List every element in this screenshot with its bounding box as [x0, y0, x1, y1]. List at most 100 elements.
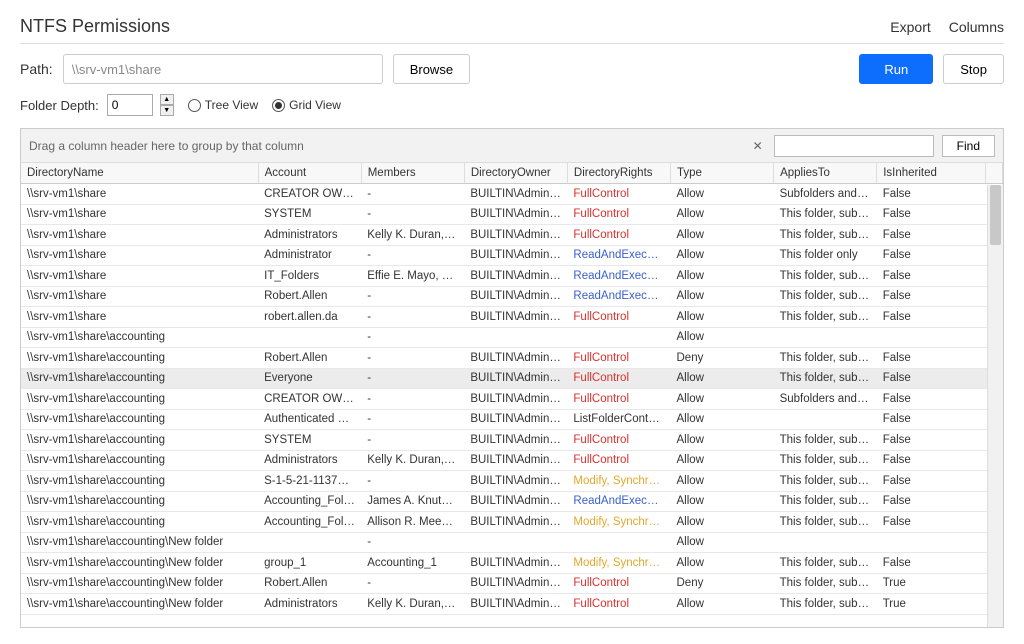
run-button[interactable]: Run	[859, 54, 933, 84]
depth-input[interactable]	[107, 94, 153, 116]
columns-link[interactable]: Columns	[949, 19, 1004, 35]
table-row[interactable]: \\srv-vm1\share\accountingAdministrators…	[21, 450, 1003, 471]
table-row[interactable]: \\srv-vm1\shareIT_FoldersEffie E. Mayo, …	[21, 266, 1003, 287]
table-row[interactable]: \\srv-vm1\share\accounting\New foldergro…	[21, 553, 1003, 574]
cell: Accounting_Folde...	[258, 512, 361, 533]
grid-view-label: Grid View	[289, 98, 341, 112]
cell: BUILTIN\Administr...	[464, 430, 567, 451]
cell: This folder, subfol...	[774, 286, 877, 307]
vertical-scrollbar[interactable]	[987, 185, 1003, 627]
col-members[interactable]: Members	[361, 163, 464, 184]
cell: This folder, subfol...	[774, 553, 877, 574]
cell: Allison R. Meehan	[361, 512, 464, 533]
scrollbar-thumb[interactable]	[990, 185, 1001, 245]
cell: Allow	[671, 266, 774, 287]
cell: BUILTIN\Administr...	[464, 491, 567, 512]
table-row[interactable]: \\srv-vm1\share\accounting\New folderAdm…	[21, 594, 1003, 615]
cell: ReadAndExecute,...	[567, 245, 670, 266]
col-appliesto[interactable]: AppliesTo	[774, 163, 877, 184]
cell: Allow	[671, 471, 774, 492]
cell: False	[877, 348, 986, 369]
col-type[interactable]: Type	[671, 163, 774, 184]
cell: ReadAndExecute,...	[567, 286, 670, 307]
stop-button[interactable]: Stop	[943, 54, 1004, 84]
cell: BUILTIN\Administr...	[464, 348, 567, 369]
browse-button[interactable]: Browse	[393, 54, 470, 84]
depth-up-button[interactable]: ▲	[160, 94, 174, 105]
cell: BUILTIN\Administr...	[464, 389, 567, 410]
close-icon[interactable]: ✕	[750, 138, 766, 154]
cell	[774, 327, 877, 348]
cell: Kelly K. Duran, Kel...	[361, 450, 464, 471]
table-row[interactable]: \\srv-vm1\share\accounting\New folder-Al…	[21, 532, 1003, 553]
table-row[interactable]: \\srv-vm1\share\accountingAccounting_Fol…	[21, 512, 1003, 533]
table-row[interactable]: \\srv-vm1\share\accountingAuthenticated …	[21, 409, 1003, 430]
cell: False	[877, 389, 986, 410]
table-row[interactable]: \\srv-vm1\share\accountingSYSTEM-BUILTIN…	[21, 430, 1003, 451]
cell: -	[361, 204, 464, 225]
find-button[interactable]: Find	[942, 135, 995, 157]
cell: Allow	[671, 307, 774, 328]
cell: Allow	[671, 327, 774, 348]
cell: False	[877, 266, 986, 287]
cell: BUILTIN\Administr...	[464, 512, 567, 533]
table-row[interactable]: \\srv-vm1\sharerobert.allen.da-BUILTIN\A…	[21, 307, 1003, 328]
cell: S-1-5-21-1137229...	[258, 471, 361, 492]
table-row[interactable]: \\srv-vm1\share\accountingCREATOR OWNER-…	[21, 389, 1003, 410]
cell: True	[877, 594, 986, 615]
cell: -	[361, 286, 464, 307]
cell: False	[877, 225, 986, 246]
table-row[interactable]: \\srv-vm1\share\accountingRobert.Allen-B…	[21, 348, 1003, 369]
cell: Authenticated Us...	[258, 409, 361, 430]
cell: BUILTIN\Administr...	[464, 553, 567, 574]
depth-down-button[interactable]: ▼	[160, 105, 174, 116]
export-link[interactable]: Export	[890, 19, 930, 35]
cell: Allow	[671, 225, 774, 246]
cell: Modify, Synchronize	[567, 471, 670, 492]
cell: Modify, Synchronize	[567, 553, 670, 574]
table-row[interactable]: \\srv-vm1\shareAdministrator-BUILTIN\Adm…	[21, 245, 1003, 266]
tree-view-radio[interactable]: Tree View	[188, 98, 258, 112]
table-row[interactable]: \\srv-vm1\shareCREATOR OWNER-BUILTIN\Adm…	[21, 184, 1003, 205]
cell: Allow	[671, 430, 774, 451]
cell: BUILTIN\Administr...	[464, 450, 567, 471]
cell: False	[877, 450, 986, 471]
path-input[interactable]	[63, 54, 383, 84]
cell: \\srv-vm1\share\accounting	[21, 491, 258, 512]
table-row[interactable]: \\srv-vm1\share\accountingAccounting_Fol…	[21, 491, 1003, 512]
table-row[interactable]: \\srv-vm1\shareAdministratorsKelly K. Du…	[21, 225, 1003, 246]
cell: \\srv-vm1\share\accounting\New folder	[21, 594, 258, 615]
grid-view-radio[interactable]: Grid View	[272, 98, 341, 112]
table-row[interactable]: \\srv-vm1\shareSYSTEM-BUILTIN\Administr.…	[21, 204, 1003, 225]
cell: CREATOR OWNER	[258, 184, 361, 205]
cell: ReadAndExecute,...	[567, 491, 670, 512]
cell: BUILTIN\Administr...	[464, 245, 567, 266]
cell: \\srv-vm1\share	[21, 184, 258, 205]
cell: Allow	[671, 286, 774, 307]
table-scroll[interactable]: DirectoryNameAccountMembersDirectoryOwne…	[21, 163, 1003, 627]
col-directoryowner[interactable]: DirectoryOwner	[464, 163, 567, 184]
col-isinherited[interactable]: IsInherited	[877, 163, 986, 184]
cell: Modify, Synchronize	[567, 512, 670, 533]
cell: Allow	[671, 409, 774, 430]
cell: Subfolders and files	[774, 184, 877, 205]
cell: \\srv-vm1\share\accounting	[21, 327, 258, 348]
col-account[interactable]: Account	[258, 163, 361, 184]
table-row[interactable]: \\srv-vm1\share\accountingEveryone-BUILT…	[21, 368, 1003, 389]
cell: FullControl	[567, 184, 670, 205]
cell: False	[877, 512, 986, 533]
header-actions: Export Columns	[890, 19, 1004, 35]
col-directoryrights[interactable]: DirectoryRights	[567, 163, 670, 184]
table-row[interactable]: \\srv-vm1\shareRobert.Allen-BUILTIN\Admi…	[21, 286, 1003, 307]
cell: Allow	[671, 204, 774, 225]
cell: This folder, subfol...	[774, 512, 877, 533]
table-row[interactable]: \\srv-vm1\share\accountingS-1-5-21-11372…	[21, 471, 1003, 492]
cell: Allow	[671, 532, 774, 553]
cell: robert.allen.da	[258, 307, 361, 328]
find-input[interactable]	[774, 135, 934, 157]
table-row[interactable]: \\srv-vm1\share\accounting\New folderRob…	[21, 573, 1003, 594]
cell: Allow	[671, 368, 774, 389]
col-directoryname[interactable]: DirectoryName	[21, 163, 258, 184]
cell: \\srv-vm1\share\accounting	[21, 450, 258, 471]
table-row[interactable]: \\srv-vm1\share\accounting-Allow	[21, 327, 1003, 348]
